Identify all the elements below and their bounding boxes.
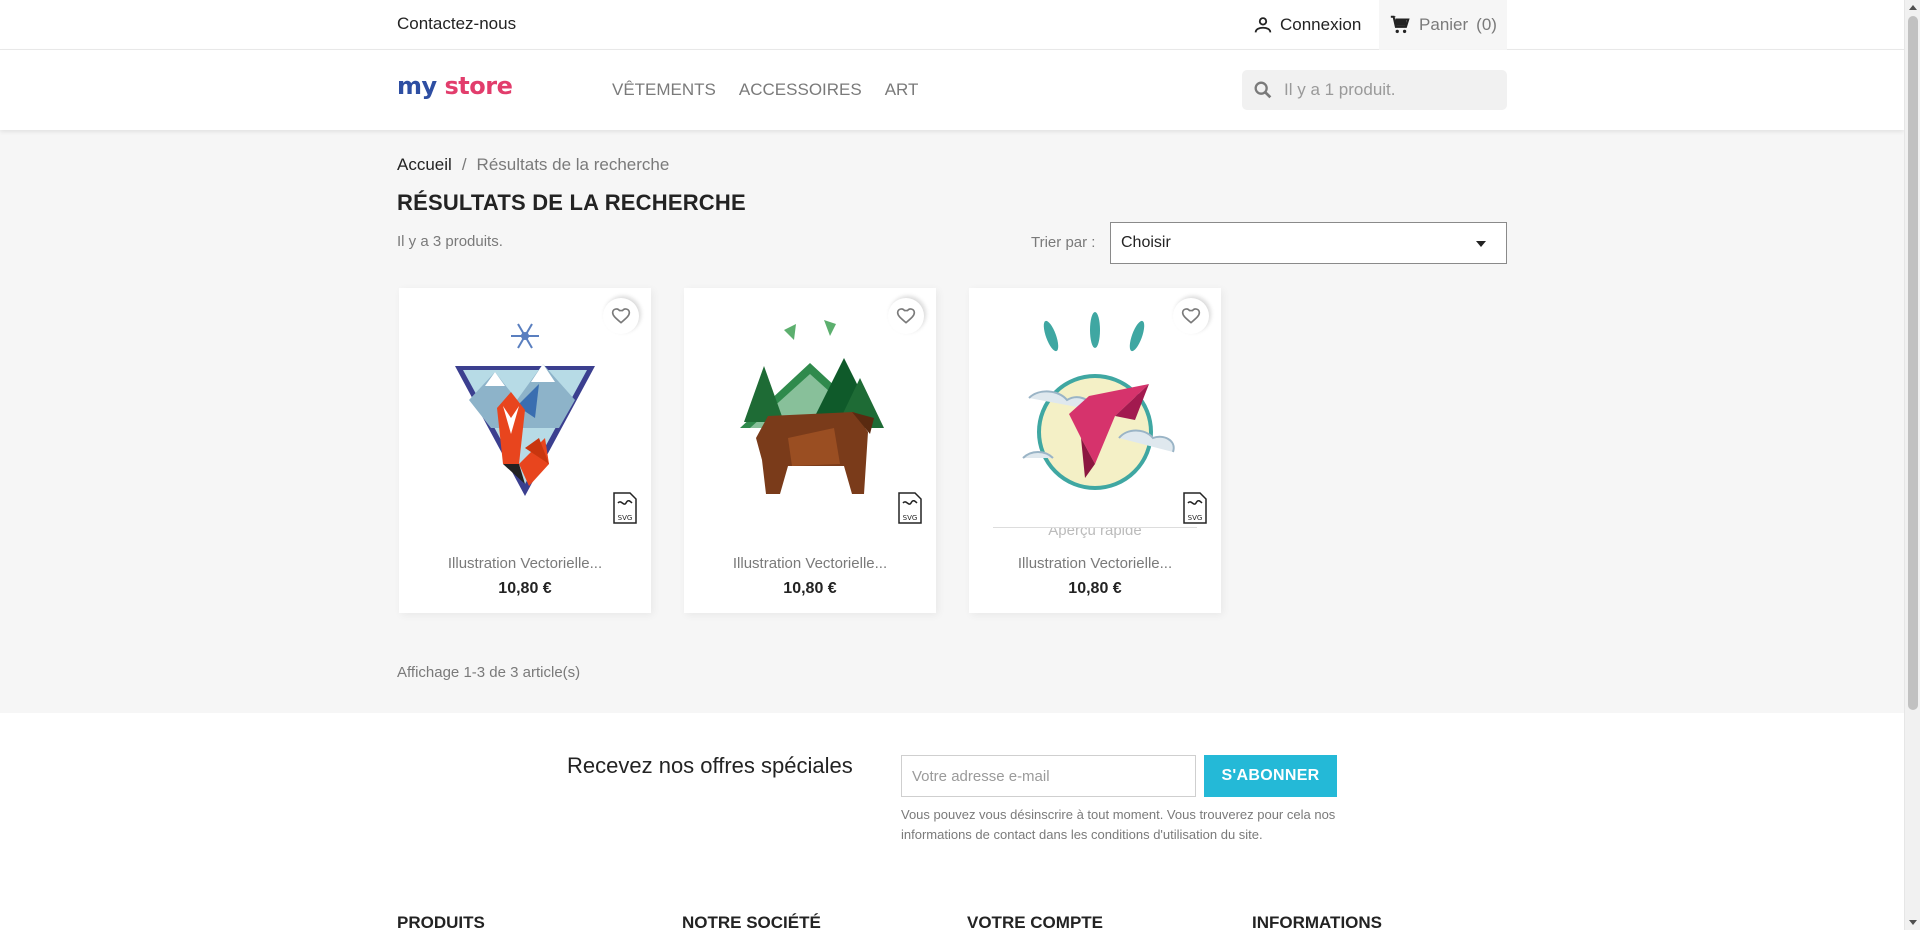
page: Contactez-nous Connexion Panier (0) my s…: [0, 0, 1904, 930]
search-icon[interactable]: [1252, 79, 1274, 101]
footer: Recevez nos offres spéciales S'ABONNER V…: [0, 713, 1904, 930]
svg-badge-label: SVG: [618, 514, 633, 522]
quick-view-button[interactable]: Aperçu rapide: [993, 527, 1197, 547]
product-card[interactable]: SVG Aperçu rapide Illustration Vectoriel…: [969, 288, 1221, 613]
cart-icon: [1390, 15, 1410, 34]
scrollbar-thumb[interactable]: [1908, 16, 1918, 710]
product-price: 10,80 €: [1068, 580, 1122, 597]
svg-file-icon: SVG: [897, 492, 923, 528]
product-name[interactable]: Illustration Vectorielle...: [969, 555, 1221, 572]
main-menu: VÊTEMENTS ACCESSOIRES ART: [612, 80, 918, 100]
product-name[interactable]: Illustration Vectorielle...: [399, 555, 651, 572]
footer-col-information: INFORMATIONS: [1252, 913, 1383, 930]
header-top: my store VÊTEMENTS ACCESSOIRES ART: [0, 50, 1904, 130]
cart-button[interactable]: Panier (0): [1379, 0, 1507, 50]
search-input[interactable]: [1284, 80, 1494, 100]
cart-count: (0): [1476, 15, 1497, 34]
leaf-icon: [824, 320, 836, 336]
sort-select[interactable]: Choisir: [1110, 222, 1507, 264]
product-card[interactable]: SVG Illustration Vectorielle... 10,80 €: [684, 288, 936, 613]
quick-view-label: Aperçu rapide: [1048, 527, 1142, 539]
svg-file-icon: SVG: [612, 492, 638, 528]
breadcrumb-separator: /: [461, 155, 467, 174]
newsletter-title: Recevez nos offres spéciales: [567, 753, 853, 778]
newsletter-note: Vous pouvez vous désinscrire à tout mome…: [901, 807, 1336, 842]
scroll-up-icon[interactable]: [1909, 5, 1917, 10]
pagination-summary: Affichage 1-3 de 3 article(s): [397, 664, 581, 681]
feather-icon: [1043, 312, 1145, 352]
subscribe-button[interactable]: S'ABONNER: [1204, 755, 1337, 797]
menu-item-art[interactable]: ART: [885, 80, 919, 100]
sort-value: Choisir: [1121, 234, 1171, 251]
breadcrumb: Accueil / Résultats de la recherche: [397, 155, 669, 175]
page-title: RÉSULTATS DE LA RECHERCHE: [397, 190, 746, 215]
wishlist-heart-icon[interactable]: [1173, 298, 1209, 334]
logo-text-store: store: [444, 72, 513, 100]
svg-badge-label: SVG: [903, 514, 918, 522]
breadcrumb-current: Résultats de la recherche: [476, 155, 670, 174]
search-box: [1242, 70, 1507, 110]
product-card[interactable]: SVG Illustration Vectorielle... 10,80 €: [399, 288, 651, 613]
logo-text-my: my: [397, 72, 437, 100]
cart-label: Panier: [1419, 15, 1469, 34]
menu-item-vetements[interactable]: VÊTEMENTS: [612, 80, 716, 100]
footer-col-account: VOTRE COMPTE: [967, 913, 1104, 930]
snowflake-icon: [511, 323, 539, 349]
leaf-icon: [784, 324, 796, 340]
product-count: Il y a 3 produits.: [397, 233, 503, 250]
wishlist-heart-icon[interactable]: [603, 298, 639, 334]
page-scrollbar[interactable]: [1904, 0, 1920, 930]
caret-down-icon: [1476, 241, 1486, 247]
scroll-down-icon[interactable]: [1909, 920, 1917, 925]
svg-badge-label: SVG: [1188, 514, 1203, 522]
login-label: Connexion: [1280, 15, 1362, 34]
breadcrumb-home[interactable]: Accueil: [397, 155, 452, 175]
menu-item-accessoires[interactable]: ACCESSOIRES: [739, 80, 862, 100]
wishlist-heart-icon[interactable]: [888, 298, 924, 334]
store-logo[interactable]: my store: [397, 72, 513, 100]
product-name[interactable]: Illustration Vectorielle...: [684, 555, 936, 572]
product-price: 10,80 €: [783, 580, 837, 597]
sort-label: Trier par :: [1031, 234, 1096, 251]
user-icon: [1254, 17, 1272, 33]
footer-col-products: PRODUITS: [397, 913, 485, 930]
newsletter-email-input[interactable]: [901, 755, 1196, 797]
header-nav: Contactez-nous Connexion Panier (0): [0, 0, 1904, 50]
product-price: 10,80 €: [498, 580, 552, 597]
login-link[interactable]: Connexion: [1252, 14, 1361, 36]
footer-col-company: NOTRE SOCIÉTÉ: [682, 913, 821, 930]
svg-file-icon: SVG: [1182, 492, 1208, 528]
contact-link[interactable]: Contactez-nous: [397, 14, 516, 34]
